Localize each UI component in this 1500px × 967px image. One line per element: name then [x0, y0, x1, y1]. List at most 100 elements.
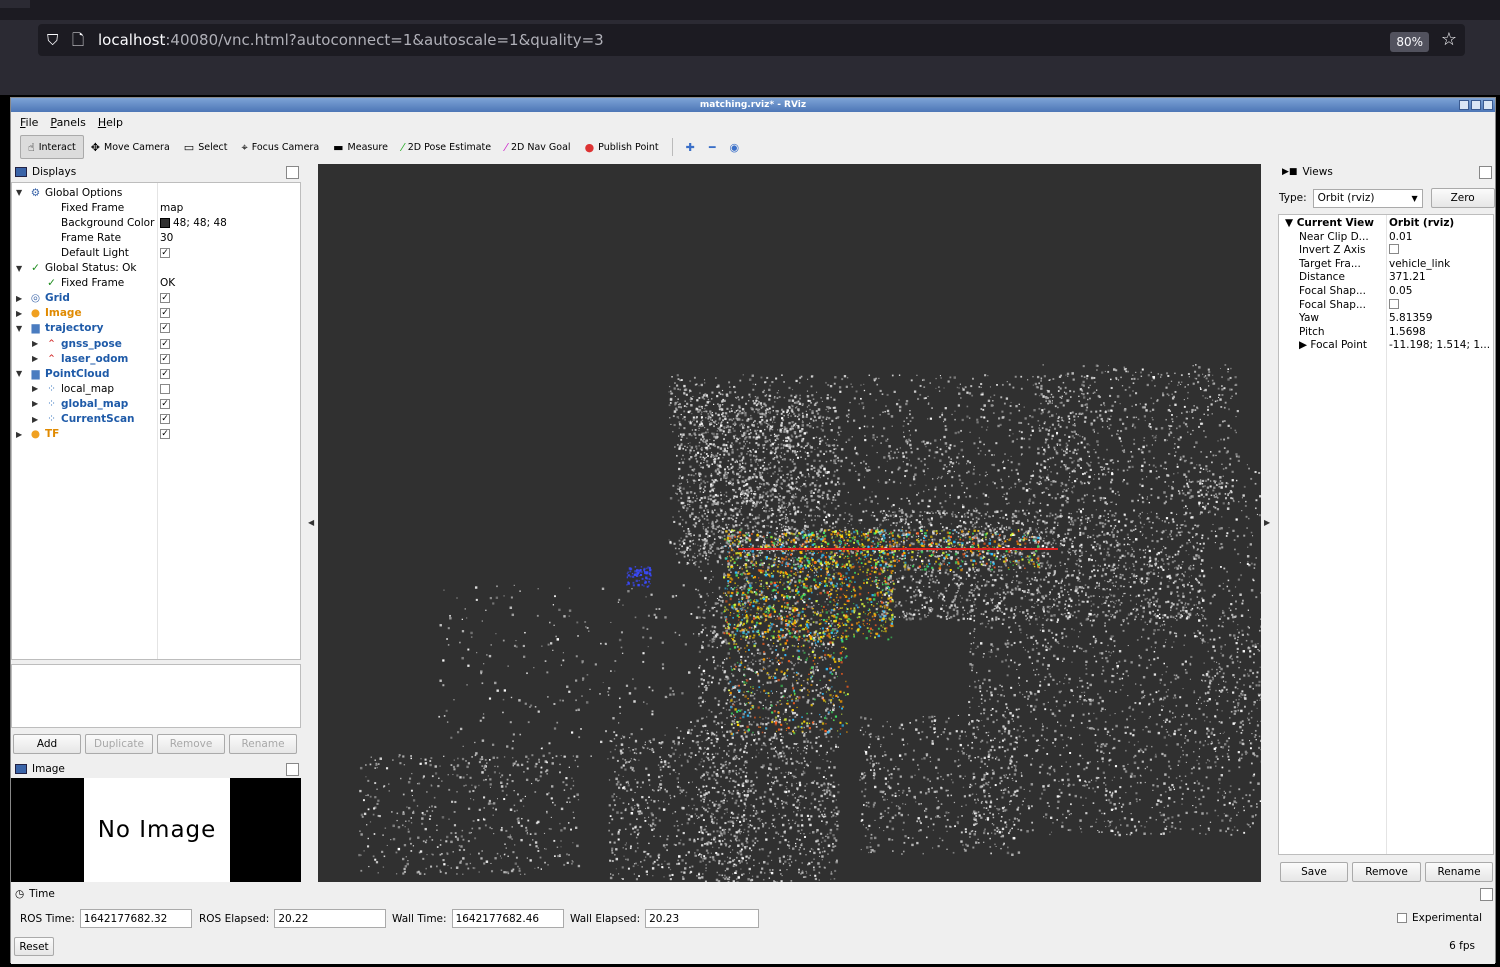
- zero-button[interactable]: Zero: [1430, 188, 1495, 208]
- enable-checkbox[interactable]: ✓: [160, 293, 170, 304]
- views-properties-tree[interactable]: ▼ Current View Orbit (rviz) Near Clip D..…: [1278, 214, 1494, 855]
- maximize-button[interactable]: [1471, 100, 1481, 110]
- view-property-row[interactable]: Invert Z Axis: [1279, 244, 1493, 258]
- expand-arrow-icon[interactable]: ▼: [16, 369, 26, 378]
- display-row[interactable]: ✓ Fixed Frame OK: [12, 276, 300, 291]
- save-view-button[interactable]: Save: [1280, 862, 1348, 882]
- display-row[interactable]: Default Light ✓: [12, 245, 300, 260]
- display-row[interactable]: ▼ ▆ PointCloud ✓: [12, 366, 300, 381]
- tab-fragment[interactable]: [0, 0, 30, 8]
- enable-checkbox[interactable]: ✓: [160, 338, 170, 349]
- enable-checkbox[interactable]: ✓: [160, 247, 170, 258]
- image-panel-close-button[interactable]: [286, 763, 299, 776]
- display-row[interactable]: ▼ ✓ Global Status: Ok: [12, 261, 300, 276]
- display-row[interactable]: ▶ ⌃ laser_odom ✓: [12, 351, 300, 366]
- display-row[interactable]: ▼ ⚙ Global Options: [12, 185, 300, 200]
- view-property-row[interactable]: Target Fra... vehicle_link: [1279, 258, 1493, 272]
- view-type-select[interactable]: Orbit (rviz) ▼: [1312, 188, 1423, 208]
- remove-view-button[interactable]: Remove: [1352, 862, 1421, 882]
- zoom-badge[interactable]: 80%: [1390, 32, 1429, 52]
- minimize-button[interactable]: [1459, 100, 1469, 110]
- page-icon[interactable]: 🗋: [72, 32, 88, 48]
- enable-checkbox[interactable]: ✓: [160, 323, 170, 334]
- enable-checkbox[interactable]: ✓: [160, 353, 170, 364]
- display-row[interactable]: ▶ ◎ Grid ✓: [12, 291, 300, 306]
- vnc-canvas[interactable]: matching.rviz* - RViz File Panels Help ☝…: [0, 95, 1500, 967]
- expand-arrow-icon[interactable]: ▼: [16, 188, 26, 197]
- view-property-row[interactable]: Distance 371.21: [1279, 271, 1493, 285]
- view-property-row[interactable]: Yaw 5.81359: [1279, 312, 1493, 326]
- tool-measure[interactable]: ▬ Measure: [326, 135, 395, 159]
- display-row[interactable]: Fixed Frame map: [12, 200, 300, 215]
- duplicate-button[interactable]: Duplicate: [85, 734, 153, 754]
- displays-tree[interactable]: ▼ ⚙ Global Options Fixed Frame map Background…: [11, 182, 301, 660]
- expand-arrow-icon[interactable]: ▶: [32, 339, 42, 348]
- display-row[interactable]: ▶ ⌃ gnss_pose ✓: [12, 336, 300, 351]
- plus-tool-button[interactable]: ✚: [679, 135, 702, 159]
- display-row[interactable]: Frame Rate 30: [12, 230, 300, 245]
- displays-close-button[interactable]: [286, 166, 299, 179]
- expand-arrow-icon[interactable]: ▶: [32, 384, 42, 393]
- rename-view-button[interactable]: Rename: [1425, 862, 1493, 882]
- views-close-button[interactable]: [1479, 166, 1492, 179]
- expand-arrow-icon[interactable]: ▶: [32, 399, 42, 408]
- enable-checkbox[interactable]: ✓: [160, 429, 170, 440]
- menu-file[interactable]: File: [20, 116, 38, 129]
- expand-arrow-icon[interactable]: ▼: [16, 324, 26, 333]
- time-close-button[interactable]: [1480, 888, 1493, 901]
- eye-tool-button[interactable]: ◉: [723, 135, 747, 159]
- display-row[interactable]: ▼ ▆ trajectory ✓: [12, 321, 300, 336]
- color-swatch[interactable]: [160, 217, 170, 228]
- shield-icon[interactable]: ⛉: [47, 32, 63, 48]
- menu-help[interactable]: Help: [98, 116, 123, 129]
- display-row[interactable]: ▶ ⁘ global_map ✓: [12, 396, 300, 411]
- enable-checkbox[interactable]: ✓: [160, 398, 170, 409]
- left-collapse-icon[interactable]: ◀: [308, 518, 314, 527]
- tool-select[interactable]: ▭ Select: [177, 135, 235, 159]
- view-property-row[interactable]: Near Clip D... 0.01: [1279, 231, 1493, 245]
- enable-checkbox[interactable]: ✓: [160, 368, 170, 379]
- enable-checkbox[interactable]: ✓: [160, 414, 170, 424]
- tool-2d-pose-estimate[interactable]: ⁄ 2D Pose Estimate: [395, 135, 498, 159]
- expand-arrow-icon[interactable]: ▼: [16, 264, 26, 273]
- display-row[interactable]: ▶ ● Image ✓: [12, 306, 300, 321]
- enable-checkbox[interactable]: ✓: [160, 308, 170, 319]
- view-checkbox[interactable]: [1389, 244, 1399, 255]
- expand-arrow-icon[interactable]: ▶: [16, 430, 26, 439]
- bookmark-star-icon[interactable]: ☆: [1441, 29, 1457, 50]
- reset-button[interactable]: Reset: [14, 937, 54, 956]
- remove-display-button[interactable]: Remove: [157, 734, 225, 754]
- wall-elapsed-input[interactable]: 20.23: [645, 909, 760, 928]
- view-property-row[interactable]: ▼ Current View Orbit (rviz): [1279, 217, 1493, 231]
- experimental-toggle[interactable]: Experimental: [1397, 912, 1482, 924]
- right-collapse-icon[interactable]: ▶: [1264, 518, 1270, 527]
- url-bar[interactable]: ⛉ 🗋 localhost:40080/vnc.html?autoconnect…: [38, 24, 1465, 56]
- minus-tool-button[interactable]: ━: [702, 135, 723, 159]
- view-property-row[interactable]: Pitch 1.5698: [1279, 326, 1493, 340]
- view-property-row[interactable]: ▶ Focal Point -11.198; 1.514; 1...: [1279, 339, 1493, 353]
- display-row[interactable]: ▶ ⁘ CurrentScan ✓: [12, 412, 300, 427]
- display-row[interactable]: ▶ ● TF ✓: [12, 427, 300, 442]
- tool-interact[interactable]: ☝ Interact: [20, 135, 84, 159]
- menu-panels[interactable]: Panels: [50, 116, 85, 129]
- add-button[interactable]: Add: [13, 734, 81, 754]
- display-row[interactable]: Background Color 48; 48; 48: [12, 215, 300, 230]
- window-titlebar[interactable]: matching.rviz* - RViz: [11, 98, 1495, 112]
- experimental-checkbox[interactable]: [1397, 913, 1407, 923]
- ros-elapsed-input[interactable]: 20.22: [274, 909, 387, 928]
- 3d-viewport[interactable]: [318, 164, 1261, 882]
- expand-arrow-icon[interactable]: ▶: [32, 354, 42, 363]
- tool-2d-nav-goal[interactable]: ⁄ 2D Nav Goal: [498, 135, 577, 159]
- expand-arrow-icon[interactable]: ▶: [32, 415, 42, 424]
- tool-move-camera[interactable]: ✥ Move Camera: [84, 135, 177, 159]
- tool-publish-point[interactable]: ● Publish Point: [578, 135, 666, 159]
- close-button[interactable]: [1483, 100, 1493, 110]
- view-checkbox[interactable]: [1389, 298, 1399, 309]
- view-property-row[interactable]: Focal Shap...: [1279, 298, 1493, 313]
- enable-checkbox[interactable]: [160, 383, 170, 394]
- tool-focus-camera[interactable]: ⌖ Focus Camera: [235, 135, 327, 159]
- rename-display-button[interactable]: Rename: [229, 734, 297, 754]
- ros-time-input[interactable]: 1642177682.32: [79, 909, 192, 928]
- display-row[interactable]: ▶ ⁘ local_map: [12, 381, 300, 396]
- wall-time-input[interactable]: 1642177682.46: [451, 909, 564, 928]
